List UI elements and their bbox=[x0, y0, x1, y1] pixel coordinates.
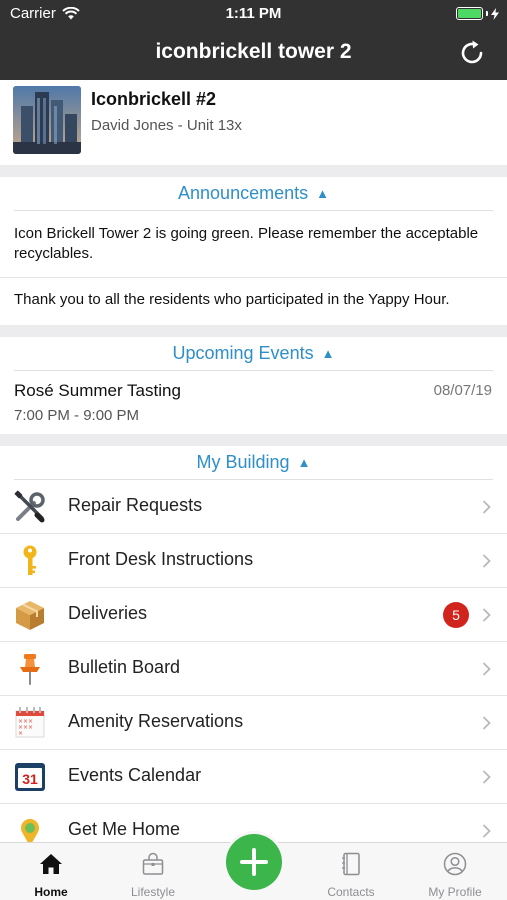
home-icon bbox=[40, 854, 62, 874]
tab-home[interactable]: Home bbox=[6, 843, 96, 900]
announcement-item[interactable]: Icon Brickell Tower 2 is going green. Pl… bbox=[0, 211, 507, 278]
event-date: 08/07/19 bbox=[433, 382, 492, 399]
section-divider bbox=[0, 325, 507, 337]
chevron-right-icon bbox=[482, 662, 491, 676]
nav-bar: iconbrickell tower 2 bbox=[0, 28, 507, 80]
chevron-right-icon bbox=[482, 824, 491, 838]
chevron-right-icon bbox=[482, 716, 491, 730]
menu-item-label: Deliveries bbox=[68, 603, 148, 623]
property-name: Iconbrickell #2 bbox=[91, 89, 217, 109]
calendar-day-number: 31 bbox=[22, 771, 38, 787]
announcement-item[interactable]: Thank you to all the residents who parti… bbox=[0, 278, 507, 325]
menu-item-repair-requests[interactable]: Repair Requests bbox=[0, 480, 507, 534]
property-card[interactable]: Iconbrickell #2 David Jones - Unit 13x bbox=[0, 80, 507, 165]
menu-item-events-calendar[interactable]: 31 Events Calendar bbox=[0, 750, 507, 804]
chevron-right-icon bbox=[482, 500, 491, 514]
battery-icon bbox=[456, 7, 499, 20]
menu-item-label: Front Desk Instructions bbox=[68, 549, 254, 569]
menu-item-label: Repair Requests bbox=[68, 495, 203, 515]
tab-label: My Profile bbox=[428, 885, 482, 899]
building-header[interactable]: My Building ▲ bbox=[14, 446, 493, 480]
collapse-caret-icon: ▲ bbox=[297, 455, 311, 470]
deliveries-count-badge: 5 bbox=[443, 602, 469, 628]
chevron-right-icon bbox=[482, 554, 491, 568]
chevron-right-icon bbox=[482, 608, 491, 622]
building-section: My Building ▲ Repair Requests Front Desk… bbox=[0, 446, 507, 842]
menu-item-label: Events Calendar bbox=[68, 765, 202, 785]
section-divider bbox=[0, 165, 507, 177]
resident-unit: David Jones - Unit 13x bbox=[91, 117, 242, 134]
menu-item-deliveries[interactable]: Deliveries 5 bbox=[0, 588, 507, 642]
contacts-book-icon bbox=[342, 852, 360, 876]
tab-label: Contacts bbox=[327, 885, 375, 899]
collapse-caret-icon: ▲ bbox=[321, 346, 335, 361]
announcements-header[interactable]: Announcements ▲ bbox=[14, 177, 493, 211]
tools-icon bbox=[12, 489, 48, 525]
calendar-icon: 31 bbox=[12, 759, 48, 795]
tab-contacts[interactable]: Contacts bbox=[306, 843, 396, 900]
header: Carrier 1:11 PM iconbrickell tower 2 bbox=[0, 0, 507, 80]
menu-item-label: Bulletin Board bbox=[68, 657, 181, 677]
map-pin-icon bbox=[12, 813, 48, 842]
event-name: Rosé Summer Tasting bbox=[14, 381, 181, 400]
tab-my-profile[interactable]: My Profile bbox=[410, 843, 500, 900]
building-title: My Building bbox=[196, 452, 290, 472]
svg-text:×: × bbox=[18, 730, 23, 737]
status-time: 1:11 PM bbox=[225, 5, 282, 22]
add-button[interactable] bbox=[226, 834, 282, 890]
event-time: 7:00 PM - 9:00 PM bbox=[14, 407, 140, 424]
pushpin-icon bbox=[12, 651, 48, 687]
home-scroll[interactable]: Iconbrickell #2 David Jones - Unit 13x A… bbox=[0, 80, 507, 842]
chevron-right-icon bbox=[482, 770, 491, 784]
tab-lifestyle[interactable]: Lifestyle bbox=[108, 843, 198, 900]
events-header[interactable]: Upcoming Events ▲ bbox=[14, 337, 493, 371]
building-photo bbox=[13, 86, 81, 154]
events-title: Upcoming Events bbox=[172, 343, 314, 363]
user-circle-icon bbox=[443, 852, 467, 876]
menu-item-amenity-reservations[interactable]: ××× ××× × Amenity Reservations bbox=[0, 696, 507, 750]
calendar-grid-icon: ××× ××× × bbox=[12, 705, 48, 741]
page-title: iconbrickell tower 2 bbox=[155, 40, 352, 63]
announcements-section: Announcements ▲ Icon Brickell Tower 2 is… bbox=[0, 177, 507, 325]
menu-item-label: Amenity Reservations bbox=[68, 711, 244, 731]
status-bar: Carrier 1:11 PM bbox=[0, 0, 507, 28]
charging-icon bbox=[491, 7, 499, 20]
bag-icon bbox=[142, 852, 164, 875]
collapse-caret-icon: ▲ bbox=[316, 186, 329, 201]
event-item[interactable]: Rosé Summer Tasting 7:00 PM - 9:00 PM 08… bbox=[0, 371, 507, 434]
tab-label: Home bbox=[34, 885, 68, 899]
menu-item-bulletin-board[interactable]: Bulletin Board bbox=[0, 642, 507, 696]
package-icon bbox=[12, 597, 48, 633]
menu-item-label: Get Me Home bbox=[68, 819, 181, 839]
events-section: Upcoming Events ▲ Rosé Summer Tasting 7:… bbox=[0, 337, 507, 434]
menu-item-front-desk-instructions[interactable]: Front Desk Instructions bbox=[0, 534, 507, 588]
tab-label: Lifestyle bbox=[130, 885, 176, 899]
refresh-icon[interactable] bbox=[457, 38, 487, 68]
plus-icon bbox=[240, 848, 268, 876]
key-icon bbox=[12, 543, 48, 579]
announcements-title: Announcements bbox=[178, 183, 309, 203]
section-divider bbox=[0, 434, 507, 446]
